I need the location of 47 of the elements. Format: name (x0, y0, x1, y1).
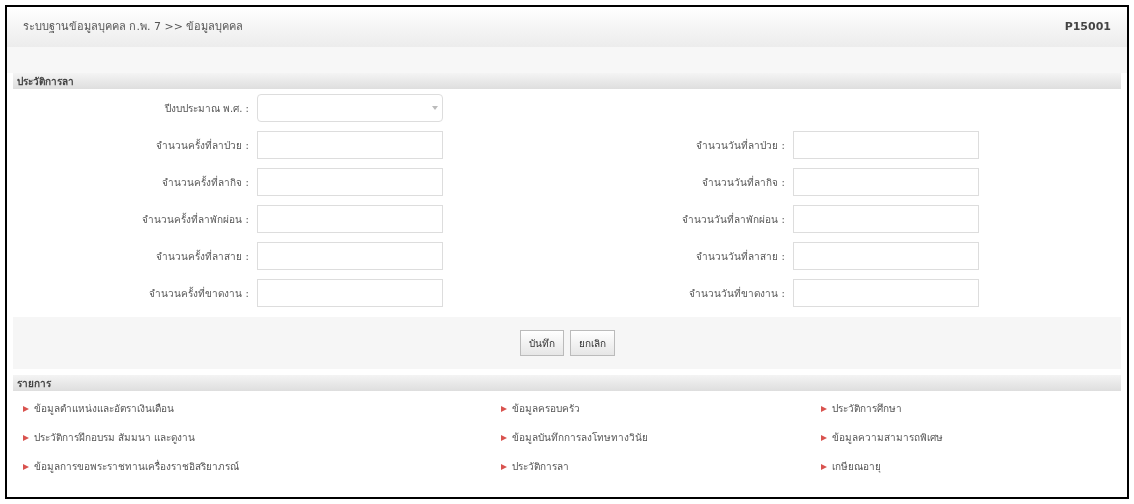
menu-link[interactable]: ประวัติการศึกษา (821, 401, 1121, 416)
arrow-icon (23, 405, 29, 412)
input-field[interactable] (257, 168, 443, 196)
menu-link[interactable]: ประวัติการลา (501, 459, 821, 474)
dropdown-arrow-icon (432, 106, 438, 110)
field-label: จำนวนวันที่ลาป่วย : (695, 137, 786, 153)
field-label: ปีงบประมาณ พ.ศ. : (163, 101, 250, 116)
form-button[interactable]: บันทึก (519, 330, 564, 356)
arrow-icon (501, 463, 507, 470)
input-field[interactable] (257, 279, 443, 307)
menu-link[interactable]: เกษียณอายุ (821, 459, 1121, 474)
input-field[interactable] (257, 242, 443, 270)
menu-link[interactable]: ข้อมูลการขอพระราชทานเครื่องราชอิสริยาภรณ์ (23, 459, 501, 474)
input-field[interactable] (793, 205, 979, 233)
field-label: จำนวนวันที่ลาพักผ่อน : (681, 211, 786, 227)
field-label: จำนวนวันที่ลากิจ : (701, 174, 786, 190)
page-code: P15001 (1064, 18, 1111, 35)
arrow-icon (821, 463, 827, 470)
section-header: รายการ (13, 375, 1121, 391)
field-label: จำนวนครั้งที่ลาพักผ่อน : (141, 211, 250, 227)
input-field[interactable] (257, 205, 443, 233)
menu-link[interactable]: ข้อมูลบันทึกการลงโทษทางวินัย (501, 430, 821, 445)
field-label: จำนวนครั้งที่ลากิจ : (161, 174, 250, 190)
field-label: จำนวนครั้งที่ลาป่วย : (155, 137, 250, 153)
section-header: ประวัติการลา (13, 73, 1121, 89)
field-label: จำนวนครั้งที่ลาสาย : (155, 248, 250, 264)
menu-link[interactable]: ประวัติการฝึกอบรม สัมมนา และดูงาน (23, 430, 501, 445)
arrow-icon (501, 405, 507, 412)
arrow-icon (821, 405, 827, 412)
input-field[interactable] (793, 279, 979, 307)
form-button[interactable]: ยกเลิก (569, 330, 615, 356)
arrow-icon (821, 434, 827, 441)
arrow-icon (23, 434, 29, 441)
input-field[interactable] (793, 168, 979, 196)
input-field[interactable] (793, 131, 979, 159)
input-field[interactable] (257, 131, 443, 159)
input-field[interactable] (793, 242, 979, 270)
arrow-icon (23, 463, 29, 470)
menu-link[interactable]: ข้อมูลตำแหน่งและอัตราเงินเดือน (23, 401, 501, 416)
menu-link[interactable]: ข้อมูลครอบครัว (501, 401, 821, 416)
arrow-icon (501, 434, 507, 441)
field-label: จำนวนวันที่ลาสาย : (695, 248, 786, 264)
page-title: ระบบฐานข้อมูลบุคคล ก.พ. 7 >> ข้อมูลบุคคล (23, 18, 244, 35)
menu-link[interactable]: ข้อมูลความสามารถพิเศษ (821, 430, 1121, 445)
field-label: จำนวนครั้งที่ขาดงาน : (148, 285, 250, 301)
year-dropdown[interactable] (257, 94, 443, 122)
field-label: จำนวนวันที่ขาดงาน : (688, 285, 786, 301)
